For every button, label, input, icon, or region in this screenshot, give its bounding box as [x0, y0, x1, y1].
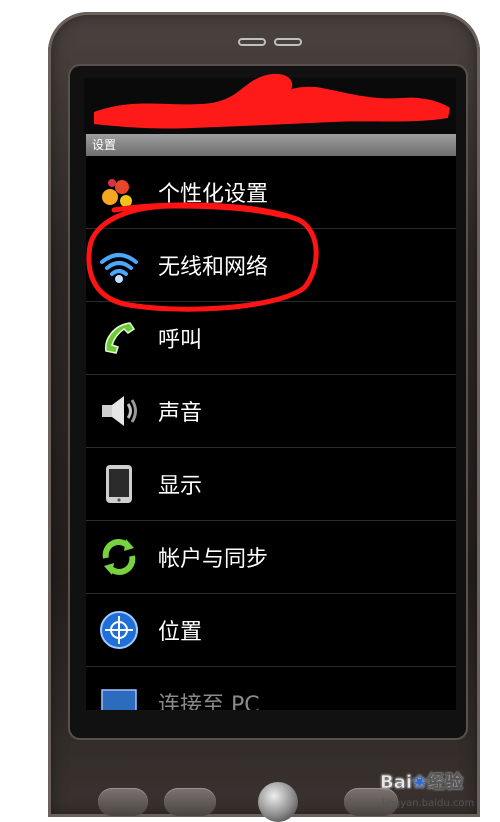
phone-call-icon	[105, 322, 136, 354]
personalize-icon	[102, 179, 132, 207]
settings-item-label: 连接至 PC	[158, 693, 260, 710]
settings-item-personalize[interactable]: 个性化设置	[86, 156, 456, 229]
settings-list: 个性化设置 无线和网络 呼叫 声音 显示 帐户与同步 位置 连接至 PC	[86, 156, 456, 710]
paw-icon: ❀	[412, 772, 428, 793]
settings-item-accounts-sync[interactable]: 帐户与同步	[86, 521, 456, 594]
watermark-site: jingyan.baidu.com	[382, 798, 475, 809]
settings-item-wireless[interactable]: 无线和网络	[86, 229, 456, 302]
settings-item-call[interactable]: 呼叫	[86, 302, 456, 375]
earpiece-speaker	[238, 38, 306, 48]
settings-item-label: 显示	[158, 474, 203, 499]
settings-item-label: 呼叫	[158, 328, 203, 353]
location-icon	[100, 611, 138, 649]
settings-item-label: 无线和网络	[158, 255, 269, 280]
settings-item-label: 帐户与同步	[158, 547, 269, 572]
settings-item-display[interactable]: 显示	[86, 448, 456, 521]
settings-item-label: 个性化设置	[158, 182, 269, 207]
menu-button[interactable]	[164, 788, 216, 816]
baidu-watermark: Bai❀经验 jingyan.baidu.com	[378, 764, 498, 816]
pc-connect-icon	[101, 689, 137, 710]
page-title: 设置	[92, 138, 117, 152]
settings-item-location[interactable]: 位置	[86, 594, 456, 667]
redaction-scribble	[94, 73, 450, 129]
settings-item-sound[interactable]: 声音	[86, 375, 456, 448]
display-icon	[106, 465, 132, 503]
watermark-logo: Bai❀经验	[380, 772, 464, 794]
home-button[interactable]	[98, 788, 148, 816]
speaker-icon	[102, 396, 137, 426]
settings-item-label: 位置	[158, 620, 203, 645]
sync-icon	[102, 539, 136, 575]
trackball[interactable]	[258, 782, 298, 822]
settings-title-bar: 设置	[86, 134, 456, 156]
wifi-icon	[100, 253, 138, 283]
settings-item-connect-pc[interactable]: 连接至 PC	[86, 667, 456, 710]
settings-item-label: 声音	[158, 401, 203, 426]
